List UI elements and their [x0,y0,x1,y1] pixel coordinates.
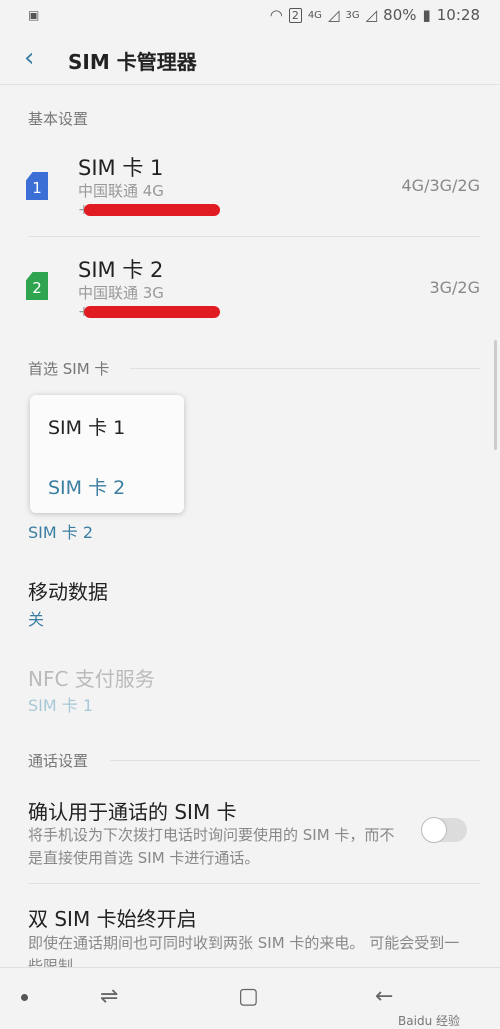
sim-name: SIM 卡 2 [78,258,164,282]
sim-network-type: 4G/3G/2G [401,176,480,195]
popup-option-sim2[interactable]: SIM 卡 2 [48,473,125,500]
setting-description: 将手机设为下次拨打电话时询问要使用的 SIM 卡，而不是直接使用首选 SIM 卡… [28,826,395,867]
sim-slot-badge: 2 [288,7,302,23]
setting-title: 双 SIM 卡始终开启 [28,907,197,931]
preferred-sim-value: SIM 卡 2 [28,523,94,542]
sim-carrier: 中国联通 3G [78,284,164,302]
sim-card-icon: 2 [26,272,48,300]
confirm-sim-toggle[interactable] [421,817,467,843]
recents-icon[interactable]: ⇌ [100,984,118,1009]
popup-option-sim1[interactable]: SIM 卡 1 [48,413,125,440]
watermark: Baidu 经验 [398,1014,460,1028]
status-bar: ▣ ◠ 2 4G ◿ 3G ◿ 80% ▮ 10:28 [0,0,500,32]
section-header-basic: 基本设置 [28,110,89,128]
sim-carrier: 中国联通 4G [78,182,164,200]
sim-card-2-row[interactable]: 2 SIM 卡 2 中国联通 3G + 3G/2G [0,242,500,338]
setting-value: SIM 卡 1 [28,696,94,715]
signal-icon: ◿ [365,6,378,24]
toggle-knob [421,817,447,843]
setting-title: NFC 支付服务 [28,667,155,691]
divider [28,236,480,237]
back-arrow-icon[interactable]: ‹ [24,44,34,72]
nav-dot-icon[interactable] [21,994,28,1001]
redaction-mark [84,306,220,318]
sim-name: SIM 卡 1 [78,156,164,180]
sim-card-icon: 1 [26,172,48,200]
network-3g-label: 3G [345,9,360,21]
divider [28,883,480,884]
signal-icon: ◿ [327,6,340,24]
home-icon[interactable]: ▢ [238,984,259,1009]
divider [130,368,480,369]
page-title: SIM 卡管理器 [68,50,197,74]
network-4g-label: 4G [307,9,322,21]
divider [110,760,480,761]
app-bar: ‹ SIM 卡管理器 [0,32,500,85]
battery-percent: 80% [383,6,417,24]
battery-icon: ▮ [422,6,431,24]
image-icon: ▣ [28,8,40,22]
scrollbar[interactable] [494,340,497,450]
back-icon[interactable]: ← [375,984,393,1009]
preferred-sim-popup: SIM 卡 1 SIM 卡 2 [30,395,184,513]
setting-title: 确认用于通话的 SIM 卡 [28,800,237,824]
setting-value: 关 [28,610,45,629]
clock: 10:28 [436,6,480,24]
wifi-icon: ◠ [269,6,283,24]
sim-card-1-row[interactable]: 1 SIM 卡 1 中国联通 4G + 4G/3G/2G [0,140,500,236]
section-header-preferred-sim: 首选 SIM 卡 [28,360,110,378]
setting-title: 移动数据 [28,580,108,604]
redaction-mark [84,204,220,216]
section-header-call-settings: 通话设置 [28,752,89,770]
status-icons: ◠ 2 4G ◿ 3G ◿ 80% ▮ 10:28 [270,6,480,24]
sim-network-type: 3G/2G [429,278,480,297]
